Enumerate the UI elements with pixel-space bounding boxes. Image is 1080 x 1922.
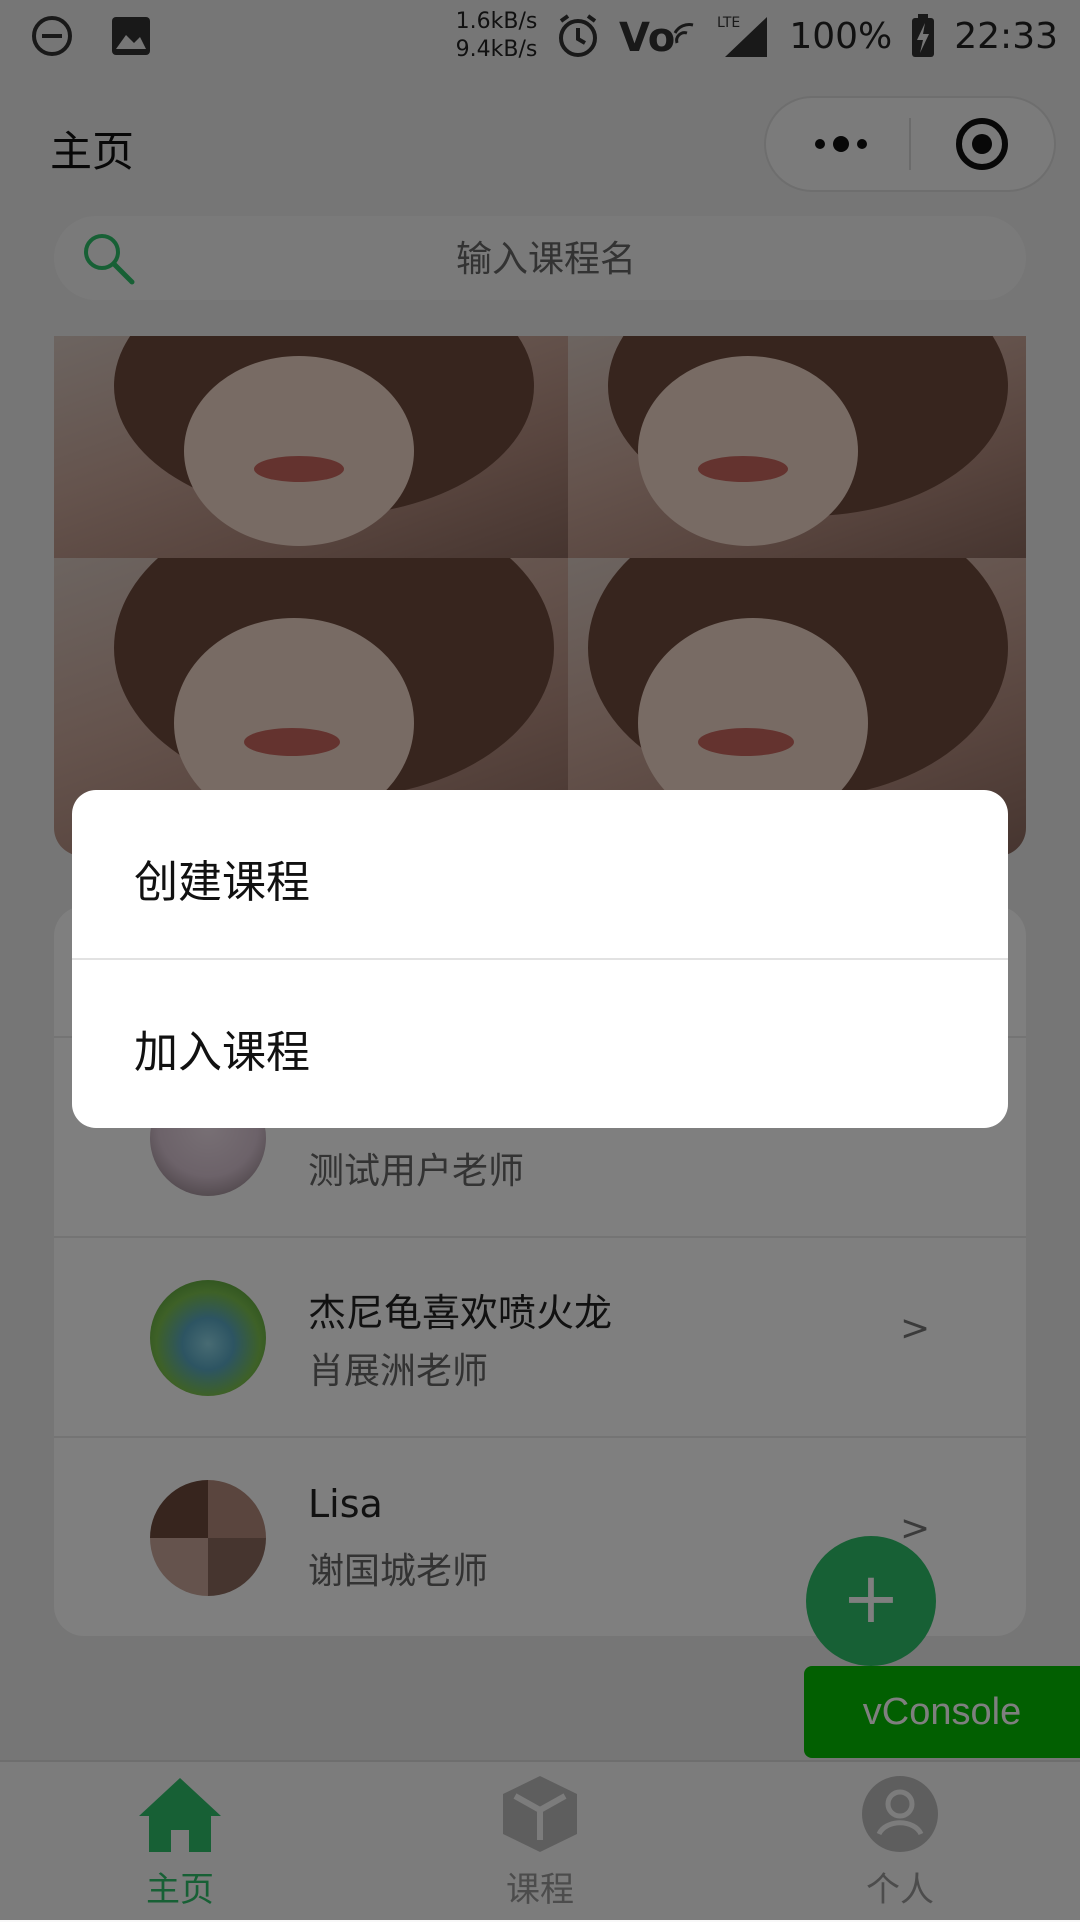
join-course-label: 加入课程	[134, 1027, 310, 1078]
create-course-label: 创建课程	[134, 857, 310, 908]
create-course-option[interactable]: 创建课程	[72, 790, 1008, 958]
action-sheet: 创建课程 加入课程	[72, 790, 1008, 1128]
join-course-option[interactable]: 加入课程	[72, 960, 1008, 1128]
